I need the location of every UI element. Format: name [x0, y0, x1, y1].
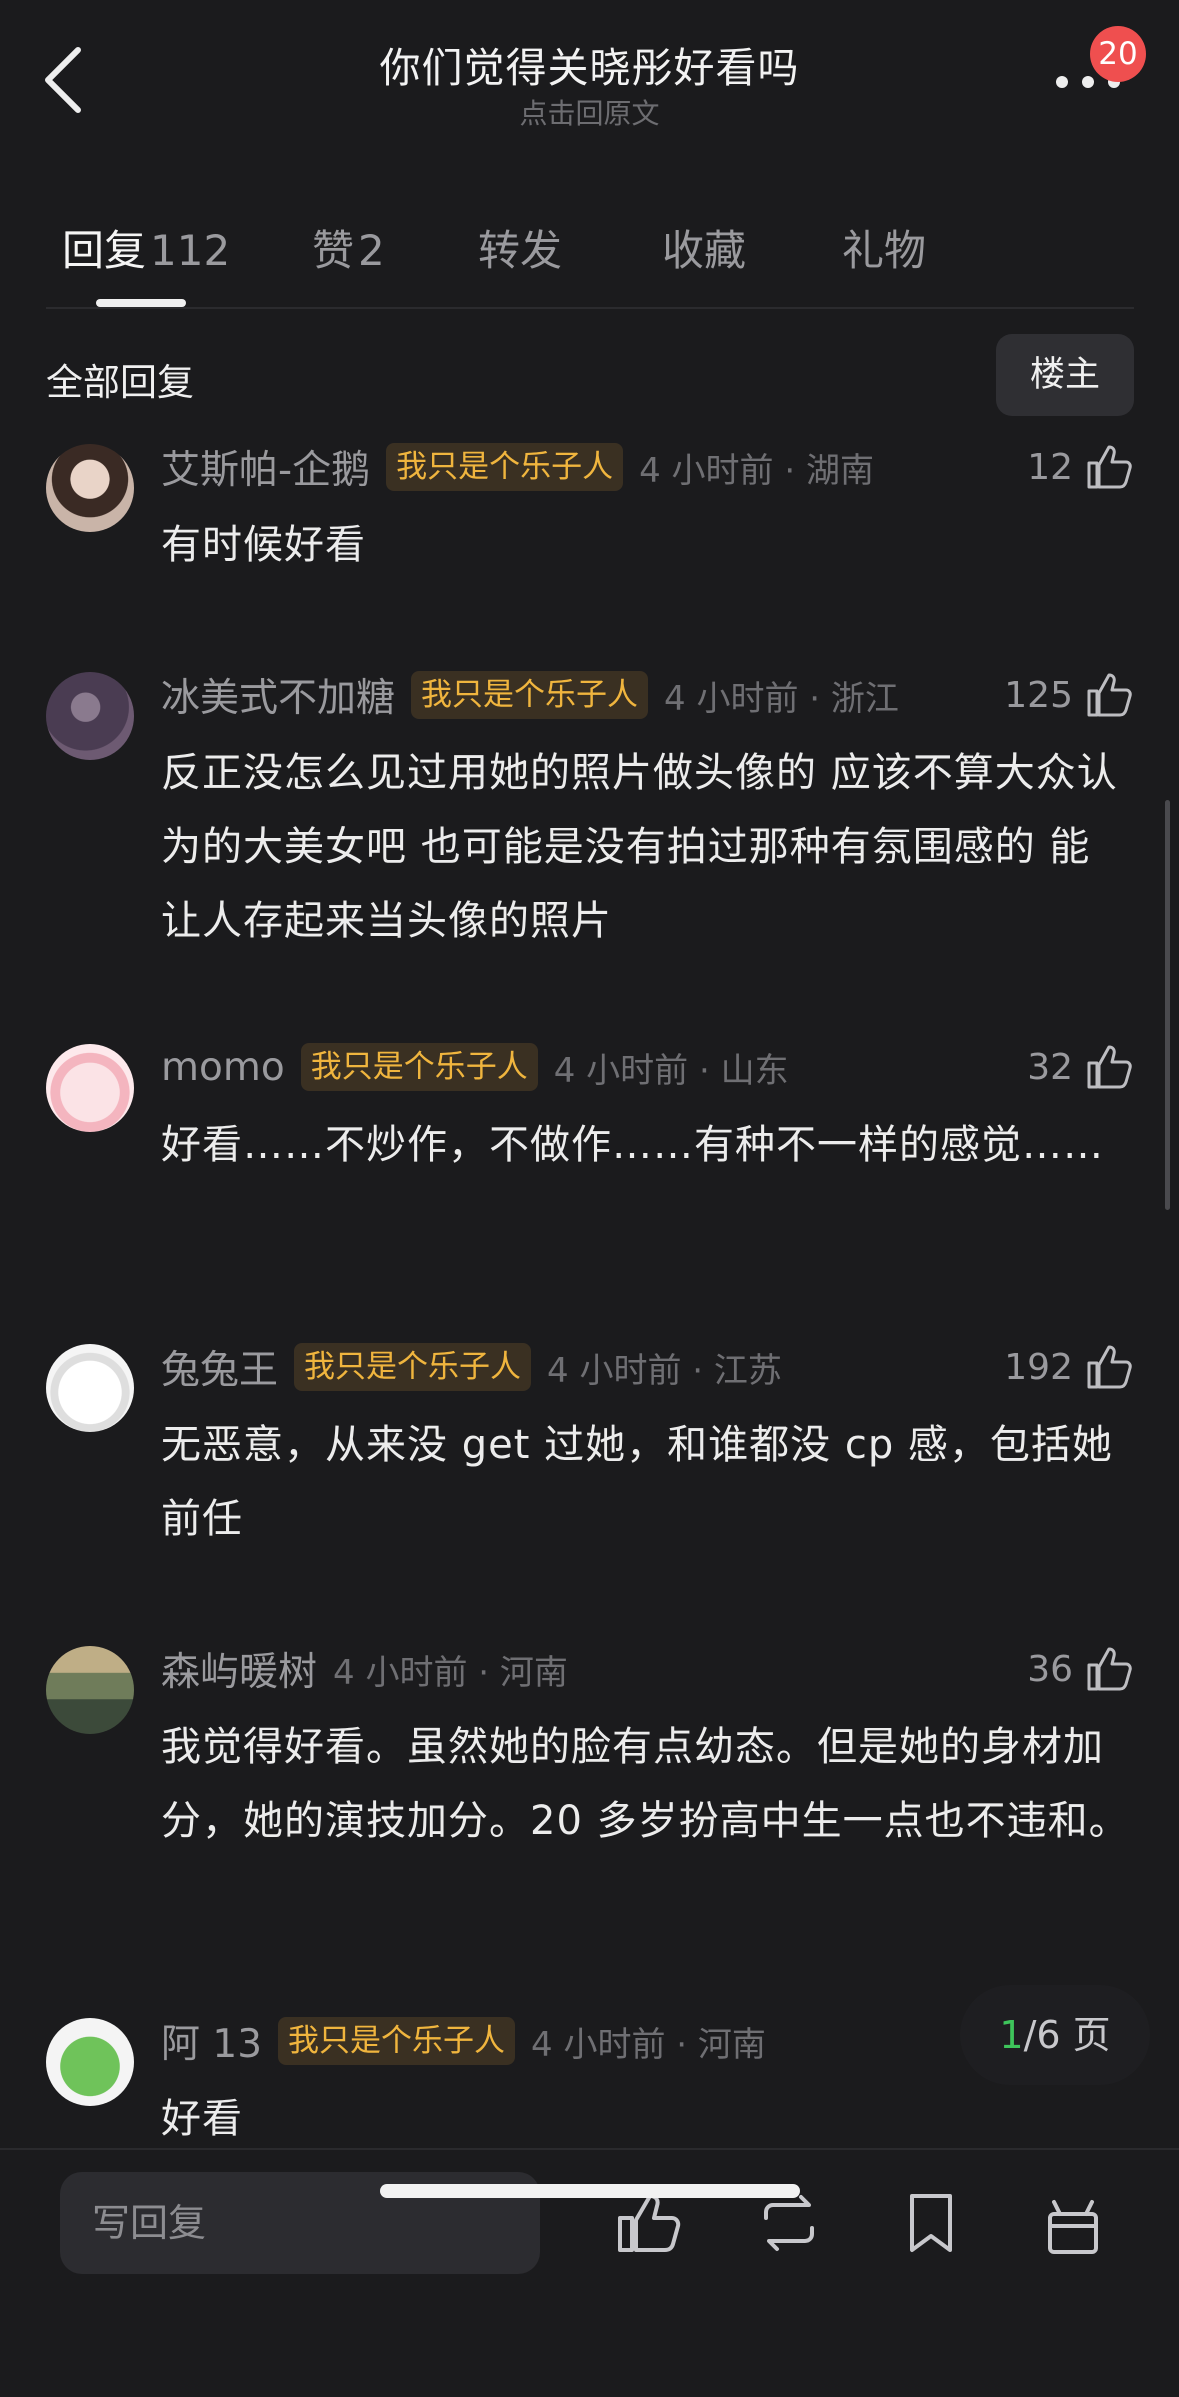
tab-count: 2 — [358, 226, 385, 275]
user-tag: 我只是个乐子人 — [386, 443, 624, 491]
timestamp-location: 4 小时前 · 河南 — [531, 2024, 766, 2065]
tab-label: 礼物 — [842, 226, 927, 275]
repost-icon[interactable] — [754, 2188, 824, 2258]
comment-text: 无恶意，从来没 get 过她，和谁都没 cp 感，包括她前任 — [161, 1422, 1113, 1542]
like-count: 36 — [1027, 1648, 1073, 1690]
tab-replies[interactable]: 回复112 — [62, 217, 230, 278]
like-button[interactable]: 32 — [1027, 1040, 1133, 1094]
user-tag: 我只是个乐子人 — [294, 1343, 532, 1391]
thumbs-up-icon — [1087, 1045, 1132, 1089]
thumbs-up-icon — [1087, 1345, 1132, 1389]
active-tab-indicator — [96, 299, 186, 307]
tab-count: 112 — [150, 226, 231, 275]
like-button[interactable]: 192 — [1004, 1340, 1133, 1394]
username[interactable]: 艾斯帕-企鹅 — [161, 439, 370, 495]
comment-item: 兔兔王 我只是个乐子人 4 小时前 · 江苏 192 无恶意，从来没 get 过… — [0, 1340, 1179, 1560]
tab-label: 转发 — [478, 226, 563, 275]
timestamp-location: 4 小时前 · 山东 — [553, 1050, 789, 1091]
like-button[interactable]: 12 — [1027, 440, 1133, 494]
like-button[interactable]: 125 — [1004, 668, 1133, 722]
timestamp-location: 4 小时前 · 江苏 — [547, 1350, 782, 1391]
username[interactable]: 冰美式不加糖 — [161, 667, 395, 723]
thread-replies-page: 你们觉得关晓彤好看吗 点击回原文 20 回复112 赞2 转发 收藏 礼物 全部… — [0, 0, 1179, 2397]
like-button[interactable]: 36 — [1027, 1642, 1133, 1696]
comment-text: 好看……不炒作，不做作……有种不一样的感觉…… — [161, 1122, 1104, 1168]
tab-favorites[interactable]: 收藏 — [662, 217, 746, 278]
thumbs-up-icon — [1087, 1647, 1132, 1691]
thumbs-up-icon — [1087, 445, 1132, 489]
current-page: 1 — [999, 2013, 1024, 2057]
user-tag: 我只是个乐子人 — [411, 671, 649, 719]
avatar[interactable] — [46, 1044, 134, 1132]
like-count: 125 — [1004, 674, 1073, 716]
gift-icon[interactable] — [1038, 2188, 1108, 2258]
avatar[interactable] — [46, 444, 134, 532]
tab-label: 回复 — [62, 226, 147, 275]
like-count: 192 — [1004, 1346, 1073, 1388]
user-tag: 我只是个乐子人 — [278, 2017, 516, 2065]
tab-reposts[interactable]: 转发 — [478, 217, 562, 278]
comment-text: 我觉得好看。虽然她的脸有点幼态。但是她的身材加分，她的演技加分。20 多岁扮高中… — [161, 1724, 1130, 1844]
comment-item: 艾斯帕-企鹅 我只是个乐子人 4 小时前 · 湖南 12 有时候好看 — [0, 440, 1179, 600]
tab-label: 收藏 — [662, 226, 747, 275]
home-indicator[interactable] — [380, 2184, 800, 2198]
timestamp-location: 4 小时前 · 浙江 — [664, 678, 899, 719]
divider — [46, 307, 1134, 309]
tab-gifts[interactable]: 礼物 — [842, 217, 926, 278]
view-original-link[interactable]: 点击回原文 — [0, 92, 1179, 132]
username[interactable]: 阿 13 — [161, 2013, 262, 2069]
avatar[interactable] — [46, 672, 134, 760]
timestamp-location: 4 小时前 · 湖南 — [639, 450, 874, 491]
avatar[interactable] — [46, 1646, 134, 1734]
op-only-filter-button[interactable]: 楼主 — [996, 334, 1134, 416]
notification-badge: 20 — [1090, 26, 1146, 82]
tab-label: 赞 — [312, 226, 355, 275]
comment-text: 反正没怎么见过用她的照片做头像的 应该不算大众认为的大美女吧 也可能是没有拍过那… — [161, 750, 1118, 944]
scrollbar[interactable] — [1165, 800, 1170, 1210]
username[interactable]: 森屿暖树 — [161, 1641, 317, 1697]
bookmark-icon[interactable] — [896, 2188, 966, 2258]
header: 你们觉得关晓彤好看吗 点击回原文 20 — [0, 0, 1179, 140]
comment-text: 好看 — [161, 2096, 243, 2142]
comment-item: momo 我只是个乐子人 4 小时前 · 山东 32 好看……不炒作，不做作……… — [0, 1040, 1179, 1260]
section-title: 全部回复 — [46, 361, 194, 404]
page-indicator-button[interactable]: 1/6 页 — [960, 1985, 1150, 2085]
avatar[interactable] — [46, 1344, 134, 1432]
username[interactable]: momo — [161, 1045, 285, 1090]
comment-item: 冰美式不加糖 我只是个乐子人 4 小时前 · 浙江 125 反正没怎么见过用她的… — [0, 668, 1179, 968]
comment-text: 有时候好看 — [161, 522, 366, 568]
username[interactable]: 兔兔王 — [161, 1339, 278, 1395]
tab-likes[interactable]: 赞2 — [312, 217, 385, 278]
comment-item: 森屿暖树 4 小时前 · 河南 36 我觉得好看。虽然她的脸有点幼态。但是她的身… — [0, 1642, 1179, 1942]
tab-bar: 回复112 赞2 转发 收藏 礼物 — [0, 205, 1179, 285]
thumbs-up-icon — [1087, 673, 1132, 717]
user-tag: 我只是个乐子人 — [300, 1043, 538, 1091]
like-count: 12 — [1027, 446, 1073, 488]
timestamp-location: 4 小时前 · 河南 — [333, 1652, 568, 1693]
total-pages: /6 页 — [1023, 2013, 1111, 2057]
avatar[interactable] — [46, 2018, 134, 2106]
like-icon[interactable] — [612, 2188, 682, 2258]
like-count: 32 — [1027, 1046, 1073, 1088]
page-title: 你们觉得关晓彤好看吗 — [379, 44, 800, 92]
